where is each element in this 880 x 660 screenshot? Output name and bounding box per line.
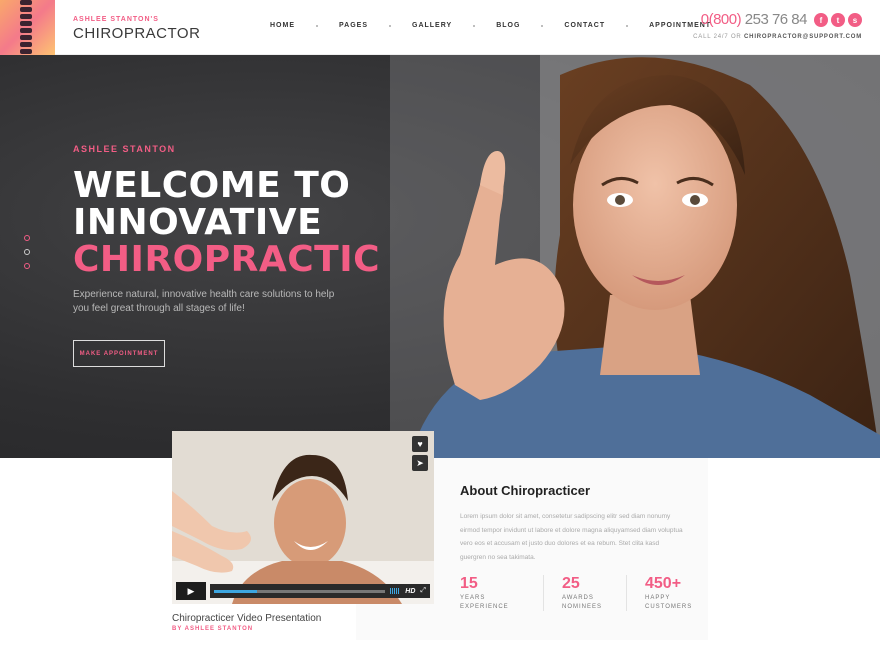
nav-separator [316, 24, 318, 27]
contact-prefix: CALL 24/7 OR [693, 34, 742, 40]
about-text: Lorem ipsum dolor sit amet, consetetur s… [460, 513, 683, 561]
about-title: About Chiropracticer [460, 483, 591, 498]
progress-fill [214, 589, 257, 593]
fullscreen-icon[interactable]: ⤢ [420, 587, 426, 595]
nav-contact[interactable]: CONTACT [564, 22, 605, 29]
nav-separator [626, 24, 629, 27]
video-player[interactable]: ♥ ➤ ▶ HD ⤢ [172, 431, 434, 604]
contact-email[interactable]: CHIROPRACTOR@SUPPORT.COM [744, 34, 862, 40]
main-nav: HOME PAGES GALLERY BLOG CONTACT APPOINTM… [270, 22, 711, 29]
phone-digits: 253 76 84 [741, 11, 808, 28]
phone-number[interactable]: 0(800) 253 76 84 [700, 11, 808, 28]
slider-dot-3[interactable] [24, 263, 30, 269]
nav-pages[interactable]: PAGES [339, 22, 368, 29]
facebook-icon[interactable]: f [814, 13, 828, 27]
video-author: BY ASHLEE STANTON [172, 626, 254, 632]
slider-dot-2[interactable] [24, 249, 30, 255]
video-actions: ♥ ➤ [412, 436, 428, 471]
video-thumbnail [172, 431, 434, 604]
logo-subtitle: ASHLEE STANTON'S [73, 16, 159, 23]
stat-label-2: NOMINEES [562, 604, 603, 610]
volume-icon[interactable] [390, 588, 401, 594]
nav-home[interactable]: HOME [270, 22, 295, 29]
stat-number: 25 [562, 575, 580, 592]
stat-label-2: EXPERIENCE [460, 604, 509, 610]
stat-label-1: HAPPY [645, 595, 671, 601]
hero-woman-image [390, 55, 880, 458]
stat-number: 15 [460, 575, 478, 592]
site-header: ASHLEE STANTON'S CHIROPRACTOR HOME PAGES… [0, 0, 880, 64]
slider-dot-1[interactable] [24, 235, 30, 241]
nav-blog[interactable]: BLOG [496, 22, 520, 29]
twitter-icon[interactable]: t [831, 13, 845, 27]
slider-pagination [24, 235, 30, 269]
phone-prefix: 0(800) [700, 11, 742, 28]
logo-title: CHIROPRACTOR [73, 25, 201, 42]
share-icon[interactable]: ➤ [412, 455, 428, 471]
video-controls: ▶ HD ⤢ [176, 582, 430, 600]
stat-label-1: AWARDS [562, 595, 594, 601]
hero-title-line-2: INNOVATIVE [73, 202, 323, 243]
hero-description: Experience natural, innovative health ca… [73, 289, 335, 314]
nav-separator [473, 24, 476, 27]
hero-title-line-1: WELCOME TO [73, 165, 351, 206]
hero-slider: ASHLEE STANTON WELCOME TO INNOVATIVE CHI… [0, 55, 880, 458]
stat-label-1: YEARS [460, 595, 486, 601]
contact-line: CALL 24/7 OR CHIROPRACTOR@SUPPORT.COM [693, 34, 862, 40]
stat-awards: 25 AWARDS NOMINEES [543, 575, 626, 611]
video-caption: Chiropracticer Video Presentation [172, 613, 322, 624]
play-button[interactable]: ▶ [176, 582, 206, 600]
hd-badge[interactable]: HD [405, 588, 415, 595]
hero-title-line-3: CHIROPRACTIC [73, 239, 381, 280]
hero-kicker: ASHLEE STANTON [73, 144, 176, 154]
stat-label-2: CUSTOMERS [645, 604, 693, 610]
stats: 15 YEARS EXPERIENCE 25 AWARDS NOMINEES 4… [460, 575, 709, 611]
stat-customers: 450+ HAPPY CUSTOMERS [626, 575, 709, 611]
heart-icon[interactable]: ♥ [412, 436, 428, 452]
progress-bar[interactable] [214, 589, 386, 593]
skype-icon[interactable]: s [848, 13, 862, 27]
make-appointment-button[interactable]: MAKE APPOINTMENT [73, 340, 165, 367]
social-links: f t s [814, 13, 862, 27]
stat-number: 450+ [645, 575, 682, 592]
nav-gallery[interactable]: GALLERY [412, 22, 452, 29]
nav-separator [389, 24, 391, 27]
control-bar: HD ⤢ [210, 584, 430, 598]
nav-separator [541, 24, 544, 27]
logo[interactable]: ASHLEE STANTON'S CHIROPRACTOR [73, 16, 200, 42]
stat-years: 15 YEARS EXPERIENCE [460, 575, 543, 611]
hero-title: WELCOME TO INNOVATIVE CHIROPRACTIC [73, 167, 380, 278]
